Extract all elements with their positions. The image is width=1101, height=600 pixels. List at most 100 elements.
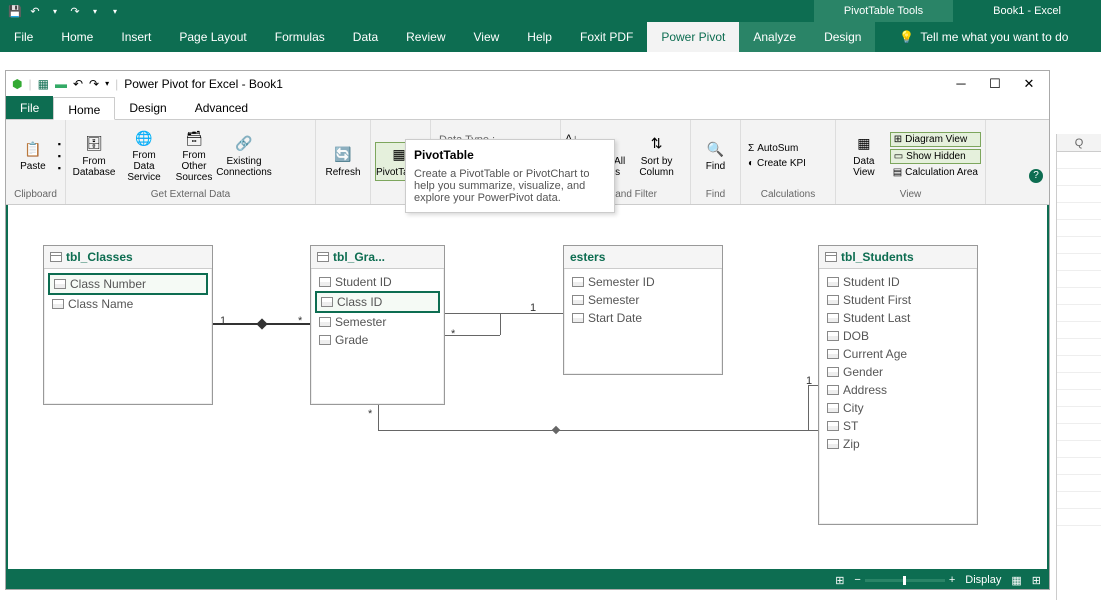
- relationship-line[interactable]: [378, 405, 379, 430]
- undo-icon[interactable]: ↶: [28, 4, 42, 18]
- pp-tab-file[interactable]: File: [6, 96, 53, 119]
- fit-icon[interactable]: ⊞: [835, 574, 844, 587]
- field-start-date[interactable]: Start Date: [568, 309, 718, 327]
- field-semester-id[interactable]: Semester ID: [568, 273, 718, 291]
- chevron-down-icon[interactable]: ▾: [48, 4, 62, 18]
- tab-review[interactable]: Review: [392, 22, 459, 52]
- cell[interactable]: [1057, 458, 1101, 475]
- cell[interactable]: [1057, 186, 1101, 203]
- cell[interactable]: [1057, 169, 1101, 186]
- show-hidden-button[interactable]: ▭Show Hidden: [890, 149, 981, 164]
- refresh-button[interactable]: 🔄Refresh: [320, 143, 366, 180]
- diagram-canvas[interactable]: tbl_Classes Class Number Class Name tbl_…: [6, 205, 1049, 571]
- field-gender[interactable]: Gender: [823, 363, 973, 381]
- pp-tab-advanced[interactable]: Advanced: [181, 96, 262, 119]
- minimize-button[interactable]: ─: [947, 76, 975, 91]
- find-button[interactable]: 🔍Find: [695, 137, 736, 174]
- tab-data[interactable]: Data: [339, 22, 392, 52]
- save-icon[interactable]: 💾: [8, 4, 22, 18]
- paste-button[interactable]: 📋 Paste: [10, 137, 56, 174]
- zoom-slider[interactable]: − +: [854, 574, 955, 586]
- data-view-button[interactable]: ▦Data View: [840, 132, 888, 180]
- cell[interactable]: [1057, 356, 1101, 373]
- field-student-first[interactable]: Student First: [823, 291, 973, 309]
- zoom-out-button[interactable]: −: [854, 574, 860, 586]
- pp-tab-home[interactable]: Home: [53, 97, 115, 120]
- zoom-in-button[interactable]: +: [949, 574, 955, 586]
- relationship-line[interactable]: [445, 313, 500, 314]
- table-gra[interactable]: tbl_Gra... Student ID Class ID Semester …: [310, 245, 445, 405]
- cell[interactable]: [1057, 254, 1101, 271]
- field-st[interactable]: ST: [823, 417, 973, 435]
- field-class-id[interactable]: Class ID: [315, 291, 440, 313]
- redo-icon[interactable]: ↷: [89, 77, 99, 91]
- autosum-button[interactable]: ΣAutoSum: [745, 142, 809, 155]
- cell[interactable]: [1057, 271, 1101, 288]
- table-header[interactable]: esters: [564, 246, 722, 269]
- calculation-area-button[interactable]: ▤Calculation Area: [890, 166, 981, 179]
- field-address[interactable]: Address: [823, 381, 973, 399]
- cell[interactable]: [1057, 492, 1101, 509]
- cell[interactable]: [1057, 220, 1101, 237]
- view-diagram-icon[interactable]: ⊞: [1032, 574, 1041, 587]
- table-students[interactable]: tbl_Students Student ID Student First St…: [818, 245, 978, 525]
- cell[interactable]: [1057, 373, 1101, 390]
- table-classes[interactable]: tbl_Classes Class Number Class Name: [43, 245, 213, 405]
- cell[interactable]: [1057, 322, 1101, 339]
- tab-view[interactable]: View: [460, 22, 514, 52]
- tab-help[interactable]: Help: [513, 22, 566, 52]
- tab-power-pivot[interactable]: Power Pivot: [647, 22, 739, 52]
- tab-file[interactable]: File: [0, 22, 47, 52]
- field-current-age[interactable]: Current Age: [823, 345, 973, 363]
- existing-connections-button[interactable]: 🔗Existing Connections: [220, 132, 268, 180]
- field-semester[interactable]: Semester: [315, 313, 440, 331]
- cell[interactable]: [1057, 288, 1101, 305]
- maximize-button[interactable]: ☐: [981, 76, 1009, 92]
- tab-home[interactable]: Home: [47, 22, 107, 52]
- create-kpi-button[interactable]: ◐Create KPI: [745, 157, 809, 170]
- view-grid-icon[interactable]: ▦: [1011, 574, 1021, 587]
- table-semesters[interactable]: esters Semester ID Semester Start Date: [563, 245, 723, 375]
- cell[interactable]: [1057, 237, 1101, 254]
- field-zip[interactable]: Zip: [823, 435, 973, 453]
- close-button[interactable]: ✕: [1015, 76, 1043, 92]
- tab-foxit[interactable]: Foxit PDF: [566, 22, 647, 52]
- cell[interactable]: [1057, 339, 1101, 356]
- tab-analyze[interactable]: Analyze: [739, 22, 810, 52]
- paste-append-icon[interactable]: ▪: [58, 139, 61, 149]
- save-icon[interactable]: ▬: [55, 77, 67, 91]
- field-student-id[interactable]: Student ID: [823, 273, 973, 291]
- cell[interactable]: [1057, 424, 1101, 441]
- cell[interactable]: [1057, 509, 1101, 526]
- field-student-id[interactable]: Student ID: [315, 273, 440, 291]
- table-header[interactable]: tbl_Classes: [44, 246, 212, 269]
- from-other-sources-button[interactable]: 🗃From Other Sources: [170, 126, 218, 185]
- redo-icon[interactable]: ↷: [68, 4, 82, 18]
- tab-insert[interactable]: Insert: [107, 22, 165, 52]
- tab-formulas[interactable]: Formulas: [261, 22, 339, 52]
- column-header-q[interactable]: Q: [1057, 134, 1101, 152]
- cell[interactable]: [1057, 390, 1101, 407]
- customize-icon[interactable]: ▾: [108, 4, 122, 18]
- tell-me-search[interactable]: 💡 Tell me what you want to do: [885, 22, 1082, 52]
- field-grade[interactable]: Grade: [315, 331, 440, 349]
- field-semester[interactable]: Semester: [568, 291, 718, 309]
- copy-icon[interactable]: ▪: [58, 163, 61, 173]
- tab-design[interactable]: Design: [810, 22, 875, 52]
- cell[interactable]: [1057, 441, 1101, 458]
- pp-tab-design[interactable]: Design: [115, 96, 180, 119]
- undo-icon[interactable]: ↶: [73, 77, 83, 91]
- field-dob[interactable]: DOB: [823, 327, 973, 345]
- paste-replace-icon[interactable]: ▪: [58, 151, 61, 161]
- table-header[interactable]: tbl_Gra...: [311, 246, 444, 269]
- cell[interactable]: [1057, 305, 1101, 322]
- cell[interactable]: [1057, 407, 1101, 424]
- field-class-number[interactable]: Class Number: [48, 273, 208, 295]
- cell[interactable]: [1057, 475, 1101, 492]
- from-data-service-button[interactable]: 🌐From Data Service: [120, 126, 168, 185]
- help-icon[interactable]: ?: [1029, 169, 1043, 183]
- field-city[interactable]: City: [823, 399, 973, 417]
- from-database-button[interactable]: 🗄From Database: [70, 132, 118, 180]
- cell[interactable]: [1057, 152, 1101, 169]
- field-class-name[interactable]: Class Name: [48, 295, 208, 313]
